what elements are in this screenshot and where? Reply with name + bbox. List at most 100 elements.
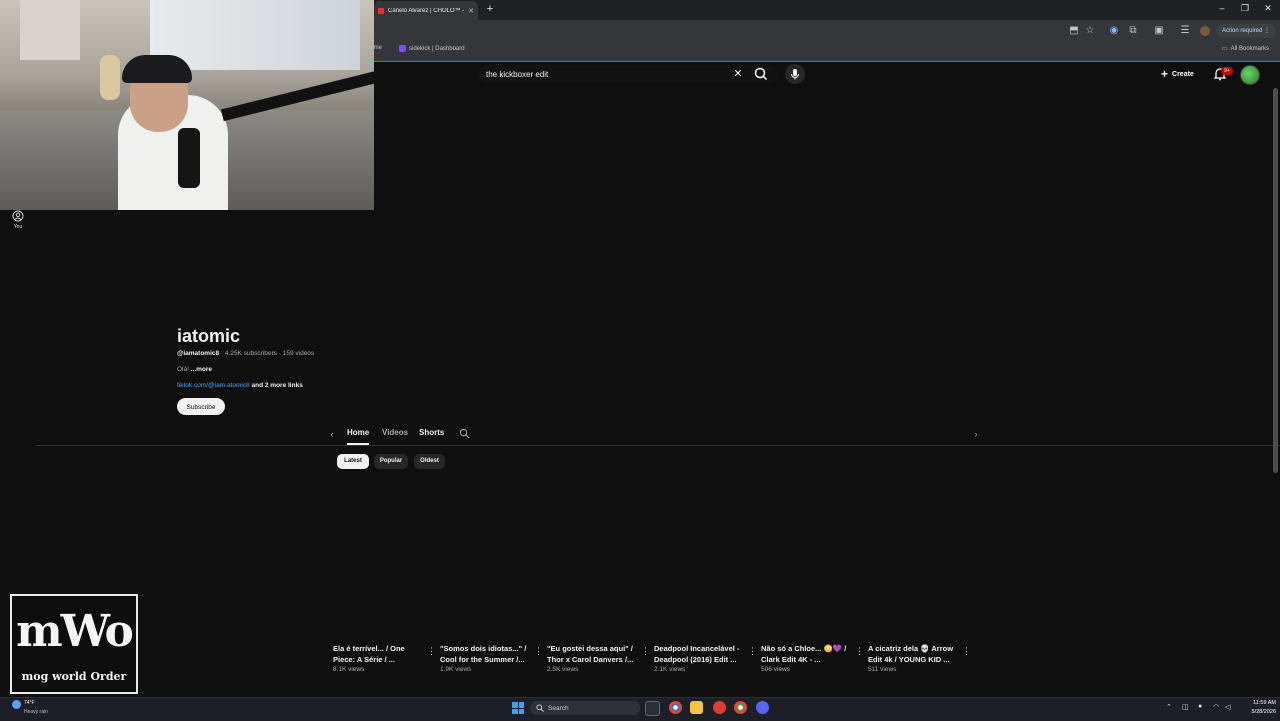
- tab-close-icon[interactable]: ✕: [468, 7, 474, 15]
- microphone-tray-icon[interactable]: ●: [1198, 703, 1202, 710]
- maximize-button[interactable]: ❐: [1237, 3, 1253, 14]
- tab-videos[interactable]: Videos: [382, 428, 408, 437]
- user-avatar[interactable]: [1240, 65, 1260, 85]
- tab-home[interactable]: Home: [347, 428, 369, 437]
- short-item[interactable]: "Eu gostei dessa aqui" / Thor x Carol Da…: [547, 643, 650, 673]
- subscribe-button[interactable]: Subscribe: [177, 398, 225, 415]
- taskbar-search-label: Search: [548, 704, 569, 712]
- network-icon[interactable]: ◫: [1182, 703, 1189, 711]
- tab-shorts[interactable]: Shorts: [419, 428, 444, 437]
- logo-big-text: mWo: [16, 606, 134, 657]
- tab-search-icon[interactable]: ▣: [1151, 23, 1167, 39]
- minimize-button[interactable]: –: [1214, 3, 1230, 13]
- weather-condition: Heavy rain: [24, 709, 48, 715]
- sidebar-item-you[interactable]: You: [8, 224, 28, 230]
- mwo-logo: mWo mog world Order: [10, 594, 138, 694]
- short-item[interactable]: Deadpool Incancelável - Deadpool (2016) …: [654, 643, 757, 673]
- search-query-text: the kickboxer edit: [486, 69, 549, 79]
- weather-temperature[interactable]: 74°F: [24, 700, 35, 706]
- short-views: 1.9K views: [440, 666, 472, 673]
- more-links[interactable]: and 2 more links: [252, 382, 303, 389]
- short-item[interactable]: Não só a Chloe... 😳💜 / Clark Edit 4K - .…: [761, 643, 864, 673]
- channel-tabs-bar: [36, 425, 1280, 446]
- short-views: 511 views: [868, 666, 897, 673]
- task-view-icon[interactable]: [645, 701, 660, 716]
- channel-search-button[interactable]: [459, 428, 470, 439]
- sidekick-icon: [399, 45, 406, 52]
- youtube-favicon-icon: [378, 7, 384, 14]
- chip-latest[interactable]: Latest: [337, 454, 369, 469]
- reading-list-icon[interactable]: ☰: [1177, 23, 1193, 39]
- bookmark-star-icon[interactable]: ☆: [1082, 23, 1098, 39]
- search-button[interactable]: [752, 65, 770, 83]
- volume-icon[interactable]: ◁: [1225, 703, 1230, 711]
- extensions-puzzle-icon[interactable]: ⧉: [1125, 23, 1141, 39]
- more-options-icon[interactable]: ⋮: [641, 646, 650, 657]
- bookmark-label: sidekick | Dashboard: [409, 45, 465, 52]
- all-bookmarks-button[interactable]: ▭ All Bookmarks: [1222, 45, 1270, 53]
- subscriber-count: 4.25K subscribers: [224, 350, 277, 357]
- more-options-icon[interactable]: ⋮: [855, 646, 864, 657]
- short-title[interactable]: A cicatriz dela 💀 Arrow Edit 4k / YOUNG …: [868, 643, 960, 665]
- short-title[interactable]: "Somos dois idiotas..." / Cool for the S…: [440, 643, 532, 665]
- close-window-button[interactable]: ✕: [1260, 3, 1276, 14]
- page-scrollbar[interactable]: [1273, 88, 1278, 473]
- bookmark-sidekick[interactable]: sidekick | Dashboard: [399, 45, 465, 52]
- tray-chevron-icon[interactable]: ⌃: [1166, 703, 1172, 711]
- more-options-icon[interactable]: ⋮: [962, 646, 971, 657]
- short-views: 8.1K views: [333, 666, 365, 673]
- channel-name: iatomic: [177, 326, 241, 346]
- active-tab-indicator: [347, 443, 369, 445]
- channel-description[interactable]: Olá! ...more: [177, 366, 212, 373]
- webcam-overlay: [0, 0, 374, 210]
- clock-date[interactable]: 5/28/2026: [1236, 709, 1276, 715]
- create-label: Create: [1172, 70, 1194, 78]
- channel-handle: @iamatomic8: [177, 350, 220, 357]
- install-app-icon[interactable]: ⬒: [1066, 23, 1082, 39]
- short-title[interactable]: Deadpool Incancelável - Deadpool (2016) …: [654, 643, 746, 665]
- short-item[interactable]: Ela é terrível... / One Piece: A Série /…: [333, 643, 436, 673]
- microphone-icon: [791, 69, 799, 80]
- windows-taskbar: [0, 697, 1280, 721]
- short-title[interactable]: "Eu gostei dessa aqui" / Thor x Carol Da…: [547, 643, 639, 665]
- chip-oldest[interactable]: Oldest: [414, 454, 445, 469]
- windows-start-icon[interactable]: [512, 702, 524, 714]
- chrome-icon[interactable]: [669, 701, 682, 714]
- more-options-icon[interactable]: ⋮: [427, 646, 436, 657]
- chrome-profile-icon[interactable]: [734, 701, 747, 714]
- browser-tab-active[interactable]: Canelo Alvarez | CHOLO™ - Yo ✕: [374, 1, 478, 20]
- short-views: 2.1K views: [654, 666, 686, 673]
- you-account-icon[interactable]: [12, 210, 24, 222]
- short-title[interactable]: Ela é terrível... / One Piece: A Série /…: [333, 643, 425, 665]
- more-options-icon[interactable]: ⋮: [534, 646, 543, 657]
- search-icon: [536, 704, 544, 712]
- discord-icon[interactable]: [756, 701, 769, 714]
- more-options-icon[interactable]: ⋮: [748, 646, 757, 657]
- clock-time[interactable]: 11:59 AM: [1236, 700, 1276, 706]
- all-bookmarks-label: All Bookmarks: [1230, 45, 1270, 52]
- taskbar-search-box[interactable]: Search: [530, 701, 640, 715]
- tab-title: Canelo Alvarez | CHOLO™ - Yo: [388, 7, 465, 14]
- chip-popular[interactable]: Popular: [374, 454, 408, 469]
- tabs-scroll-right-icon[interactable]: ›: [971, 428, 981, 440]
- short-item[interactable]: "Somos dois idiotas..." / Cool for the S…: [440, 643, 543, 673]
- extension-audio-icon[interactable]: ◉: [1106, 23, 1122, 39]
- file-explorer-icon[interactable]: [690, 701, 703, 714]
- tiktok-link[interactable]: tiktok.com/@iam.atomic8: [177, 382, 250, 389]
- wifi-icon[interactable]: ◠: [1213, 703, 1219, 711]
- logo-sub-text: mog world Order: [21, 670, 127, 683]
- action-required-button[interactable]: Action required ⋮: [1216, 24, 1277, 38]
- new-tab-button[interactable]: +: [484, 3, 496, 15]
- short-title[interactable]: Não só a Chloe... 😳💜 / Clark Edit 4K - .…: [761, 643, 853, 665]
- profile-avatar-small[interactable]: [1200, 26, 1210, 36]
- video-count: 159 videos: [282, 350, 315, 357]
- app-icon[interactable]: [713, 701, 726, 714]
- plus-icon: +: [1161, 67, 1169, 81]
- tabs-scroll-left-icon[interactable]: ‹: [327, 428, 337, 440]
- create-button[interactable]: + Create: [1161, 66, 1194, 82]
- clear-search-icon[interactable]: ✕: [731, 67, 745, 81]
- weather-icon[interactable]: [12, 700, 21, 709]
- voice-search-button[interactable]: [785, 64, 805, 84]
- short-item[interactable]: A cicatriz dela 💀 Arrow Edit 4k / YOUNG …: [868, 643, 971, 673]
- description-more-link[interactable]: ...more: [191, 366, 212, 373]
